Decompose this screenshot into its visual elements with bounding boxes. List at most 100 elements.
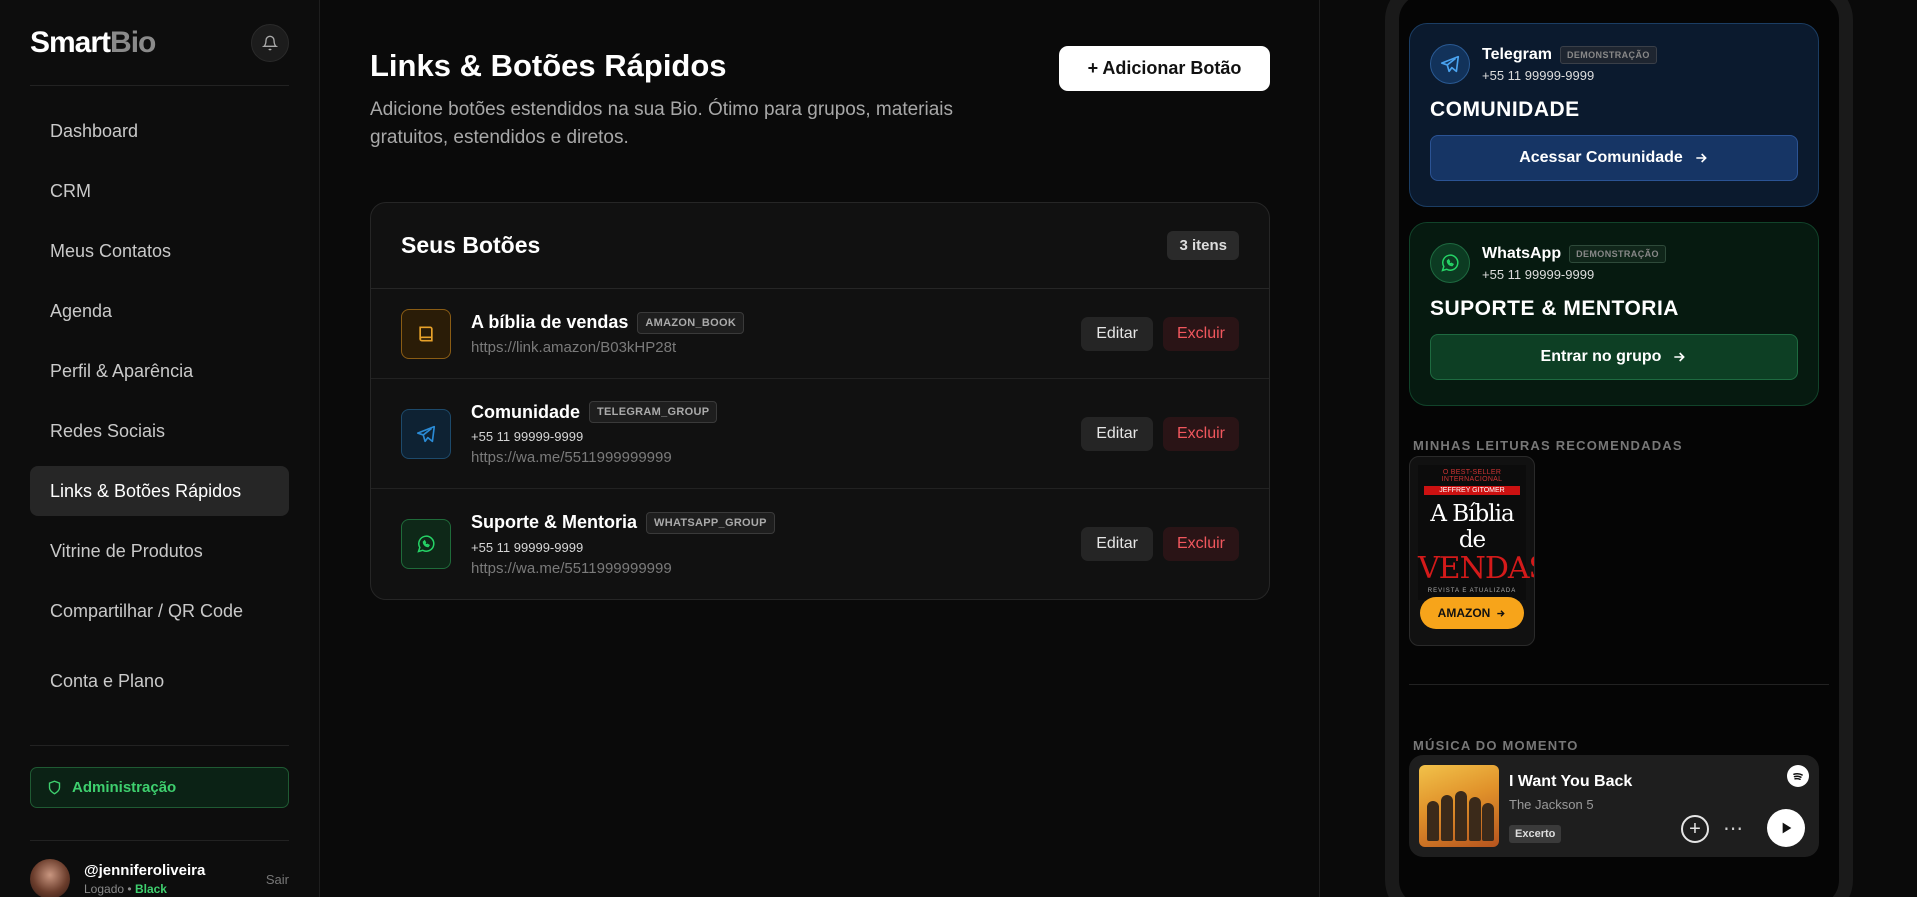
- table-row: Comunidade TELEGRAM_GROUP +55 11 99999-9…: [371, 379, 1269, 489]
- logout-link[interactable]: Sair: [266, 872, 289, 887]
- join-group-button[interactable]: Entrar no grupo: [1430, 334, 1798, 380]
- play-button[interactable]: [1767, 809, 1805, 847]
- telegram-icon: [1430, 44, 1470, 84]
- main-content: Links & Botões Rápidos Adicione botões e…: [320, 0, 1320, 897]
- book-cover-top-line: O BEST-SELLER INTERNACIONAL: [1441, 469, 1503, 483]
- row-type-tag: WHATSAPP_GROUP: [646, 511, 775, 534]
- reads-section-title: MINHAS LEITURAS RECOMENDADAS: [1413, 438, 1683, 453]
- shield-icon: [48, 780, 61, 795]
- card-header: Seus Botões 3 itens: [371, 203, 1269, 289]
- add-track-button[interactable]: +: [1681, 815, 1709, 843]
- sidebar-item-agenda[interactable]: Agenda: [30, 286, 289, 336]
- row-actions: Editar Excluir: [1081, 527, 1239, 561]
- sidebar-nav: Dashboard CRM Meus Contatos Agenda Perfi…: [30, 86, 289, 706]
- preview-card-header: Telegram DEMONSTRAÇÃO +55 11 99999-9999: [1430, 44, 1798, 84]
- row-name-line: Comunidade TELEGRAM_GROUP: [471, 401, 718, 423]
- access-community-button[interactable]: Acessar Comunidade: [1430, 135, 1798, 181]
- whatsapp-icon: [401, 519, 451, 569]
- book-icon: [401, 308, 451, 359]
- row-actions: Editar Excluir: [1081, 316, 1239, 351]
- avatar[interactable]: [30, 859, 70, 897]
- edit-button[interactable]: Editar: [1081, 416, 1153, 451]
- sidebar: SmartBio Dashboard CRM Meus Contatos Age…: [0, 0, 320, 897]
- notifications-button[interactable]: [251, 23, 289, 62]
- row-url: https://wa.me/5511999999999: [471, 559, 672, 577]
- delete-button[interactable]: Excluir: [1162, 527, 1239, 561]
- plus-icon: +: [1689, 818, 1701, 840]
- sidebar-item-social[interactable]: Redes Sociais: [30, 406, 289, 456]
- track-title: I Want You Back: [1509, 773, 1633, 790]
- logo-primary: Smart: [30, 25, 111, 59]
- book-cover-subtitle: REVISTA E ATUALIZADA: [1427, 588, 1517, 594]
- row-name-line: A bíblia de vendas AMAZON_BOOK: [471, 311, 745, 334]
- bio-preview: Telegram DEMONSTRAÇÃO +55 11 99999-9999 C…: [1320, 0, 1917, 897]
- admin-button[interactable]: Administração: [30, 767, 289, 808]
- preview-card-name: Telegram: [1482, 45, 1552, 63]
- play-icon: [1782, 822, 1792, 834]
- add-button[interactable]: + Adicionar Botão: [1059, 46, 1270, 91]
- edit-button[interactable]: Editar: [1081, 527, 1153, 561]
- row-title: Suporte & Mentoria: [471, 512, 638, 532]
- user-handle: @jenniferoliveira: [84, 862, 206, 879]
- excerpt-badge: Excerto: [1509, 825, 1562, 843]
- arrow-right-icon: [1696, 153, 1707, 163]
- demo-badge: DEMONSTRAÇÃO: [1559, 45, 1657, 64]
- book-cover-title-line2: VENDAS: [1418, 551, 1534, 586]
- preview-card-phone: +55 11 99999-9999: [1482, 266, 1595, 282]
- sidebar-item-contacts[interactable]: Meus Contatos: [30, 226, 289, 276]
- card-title: Seus Botões: [401, 232, 541, 258]
- table-row: Suporte & Mentoria WHATSAPP_GROUP +55 11…: [371, 489, 1269, 599]
- more-options-icon[interactable]: ⋯: [1723, 815, 1744, 843]
- delete-button[interactable]: Excluir: [1162, 416, 1239, 451]
- row-info: Comunidade TELEGRAM_GROUP +55 11 99999-9…: [471, 401, 718, 466]
- row-url: https://link.amazon/B03kHP28t: [471, 338, 677, 356]
- logo[interactable]: SmartBio: [30, 25, 156, 60]
- row-phone: +55 11 99999-9999: [471, 429, 584, 444]
- music-player: I Want You Back The Jackson 5 Excerto + …: [1409, 755, 1819, 857]
- preview-telegram-card: Telegram DEMONSTRAÇÃO +55 11 99999-9999 C…: [1409, 23, 1819, 207]
- logo-secondary: Bio: [110, 25, 156, 59]
- book-card[interactable]: O BEST-SELLER INTERNACIONAL JEFFREY GITO…: [1409, 456, 1535, 646]
- row-type-tag: AMAZON_BOOK: [637, 311, 745, 334]
- arrow-right-icon: [1497, 609, 1506, 617]
- sidebar-item-account[interactable]: Conta e Plano: [30, 656, 289, 706]
- sidebar-item-dashboard[interactable]: Dashboard: [30, 106, 289, 156]
- phone-frame: Telegram DEMONSTRAÇÃO +55 11 99999-9999 C…: [1385, 0, 1853, 897]
- delete-button[interactable]: Excluir: [1162, 316, 1239, 351]
- join-group-label: Entrar no grupo: [1540, 348, 1662, 365]
- sidebar-item-profile[interactable]: Perfil & Aparência: [30, 346, 289, 396]
- spotify-icon[interactable]: [1787, 765, 1809, 787]
- row-info: Suporte & Mentoria WHATSAPP_GROUP +55 11…: [471, 511, 775, 577]
- row-phone: +55 11 99999-9999: [471, 539, 584, 555]
- amazon-button[interactable]: AMAZON: [1420, 597, 1524, 629]
- items-count-badge: 3 itens: [1167, 231, 1239, 260]
- user-status-text: Logado: [84, 882, 125, 896]
- music-section-title: MÚSICA DO MOMENTO: [1413, 738, 1579, 753]
- preview-card-phone: +55 11 99999-9999: [1482, 67, 1595, 83]
- page-title: Links & Botões Rápidos: [370, 48, 727, 83]
- edit-button[interactable]: Editar: [1081, 316, 1153, 351]
- sidebar-item-crm[interactable]: CRM: [30, 166, 289, 216]
- sidebar-item-share[interactable]: Compartilhar / QR Code: [30, 586, 289, 636]
- track-artist: The Jackson 5: [1509, 797, 1594, 812]
- amazon-label: AMAZON: [1437, 606, 1491, 620]
- brand-header: SmartBio: [30, 0, 289, 86]
- buttons-card: Seus Botões 3 itens A bíblia de vendas A…: [370, 202, 1270, 600]
- user-status: Logado • Black: [84, 882, 205, 896]
- row-actions: Editar Excluir: [1081, 416, 1239, 451]
- section-divider: [1409, 684, 1829, 685]
- book-cover-title-line1: A Bíblia de: [1430, 501, 1514, 553]
- book-cover-image: O BEST-SELLER INTERNACIONAL JEFFREY GITO…: [1418, 465, 1534, 600]
- sidebar-item-links[interactable]: Links & Botões Rápidos: [30, 466, 289, 516]
- admin-label: Administração: [72, 779, 177, 796]
- user-status-separator: •: [127, 882, 132, 896]
- telegram-icon: [401, 408, 451, 459]
- user-panel: @jenniferoliveira Logado • Black Sair: [30, 840, 289, 897]
- preview-whatsapp-card: WhatsApp DEMONSTRAÇÃO +55 11 99999-9999 S…: [1409, 222, 1819, 406]
- page-description: Adicione botões estendidos na sua Bio. Ó…: [370, 99, 953, 148]
- sidebar-footer: Administração @jenniferoliveira Logado •…: [30, 745, 289, 897]
- preview-card-name: WhatsApp: [1482, 244, 1562, 262]
- row-url: https://wa.me/5511999999999: [471, 449, 672, 466]
- sidebar-item-products[interactable]: Vitrine de Produtos: [30, 526, 289, 576]
- whatsapp-icon: [1430, 243, 1470, 283]
